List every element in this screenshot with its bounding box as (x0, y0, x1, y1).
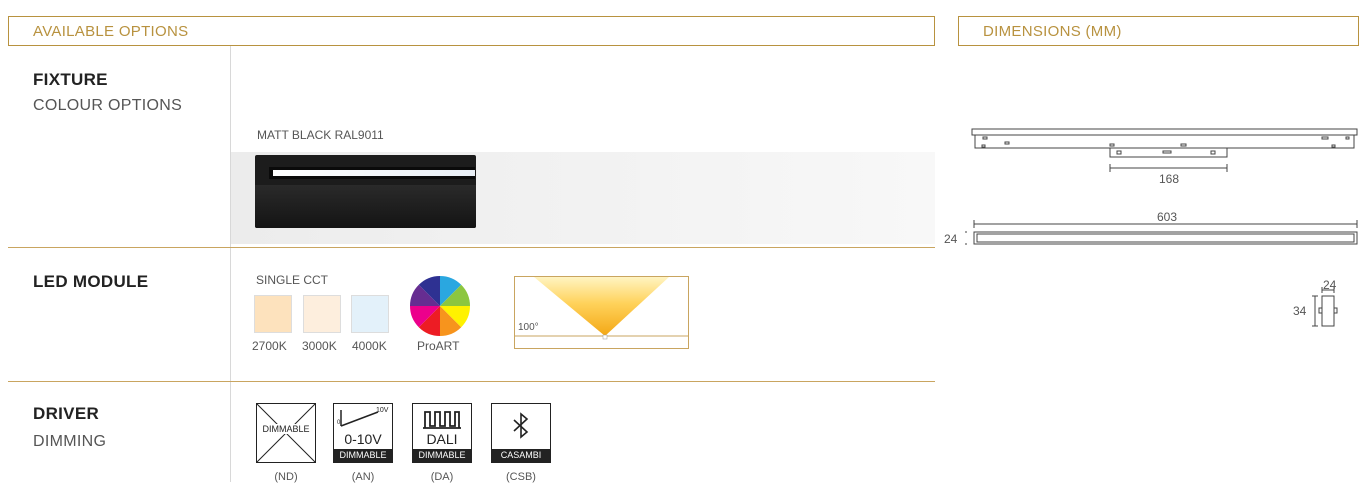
nd-box-text: DIMMABLE (257, 424, 315, 434)
an-high-label: 10V (376, 407, 389, 414)
proart-rgb-wheel-icon (410, 276, 470, 336)
dimension-drawing (965, 128, 1358, 327)
row-divider-fixture (8, 247, 935, 248)
an-box-text: 0-10V (344, 431, 382, 447)
single-cct-label: SINGLE CCT (256, 273, 329, 287)
fixture-title: FIXTURE (33, 70, 108, 89)
led-module-title: LED MODULE (33, 272, 149, 291)
dimming-option-an: 0 10V 0-10V DIMMABLE (333, 403, 393, 463)
an-low-label: 0 (337, 420, 341, 426)
fixture-subtitle: COLOUR OPTIONS (33, 97, 183, 114)
dim-24-side: 24 (944, 232, 958, 246)
swatch-label-4000k: 4000K (352, 339, 387, 353)
dimming-option-nd: DIMMABLE (256, 403, 316, 463)
column-divider (230, 46, 231, 482)
proart-label: ProART (417, 339, 460, 353)
swatch-4000k (351, 295, 389, 333)
da-band: DIMMABLE (413, 449, 471, 462)
da-box-text: DALI (426, 431, 458, 447)
beam-angle-diagram (514, 276, 689, 349)
finish-label: MATT BLACK RAL9011 (257, 128, 384, 142)
dimensions-title: DIMENSIONS (MM) (983, 23, 1122, 40)
swatch-label-2700k: 2700K (252, 339, 287, 353)
dali-icon (423, 411, 461, 429)
dim-168: 168 (1159, 172, 1180, 186)
driver-subtitle: DIMMING (33, 433, 107, 450)
dimming-code-an: (AN) (351, 471, 375, 483)
dimming-code-da: (DA) (430, 471, 454, 483)
fixture-photo-matt-black (255, 155, 476, 228)
dim-24-profile: 24 (1323, 278, 1337, 292)
dim-603: 603 (1157, 210, 1178, 224)
dimming-option-da: DALI DIMMABLE (412, 403, 472, 463)
available-options-header: AVAILABLE OPTIONS (8, 16, 935, 46)
dimming-option-csb: CASAMBI (491, 403, 551, 463)
dimensions-header: DIMENSIONS (MM) (958, 16, 1359, 46)
row-divider-led (8, 381, 935, 382)
bluetooth-icon (513, 412, 529, 439)
swatch-label-3000k: 3000K (302, 339, 337, 353)
an-band: DIMMABLE (334, 449, 392, 462)
dimming-code-csb: (CSB) (506, 471, 536, 483)
swatch-3000k (303, 295, 341, 333)
swatch-2700k (254, 295, 292, 333)
driver-title: DRIVER (33, 404, 100, 423)
dimming-code-nd: (ND) (274, 471, 298, 483)
available-options-title: AVAILABLE OPTIONS (33, 23, 189, 40)
csb-band: CASAMBI (492, 449, 550, 462)
beam-angle-label: 100° (518, 322, 539, 333)
dim-34-profile: 34 (1293, 304, 1307, 318)
